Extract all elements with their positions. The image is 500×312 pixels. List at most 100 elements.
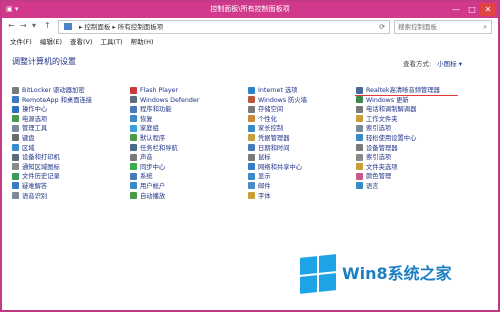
item-icon bbox=[12, 134, 19, 142]
item-label: 通知区域图标 bbox=[22, 163, 60, 171]
control-panel-window: ▣ ▾ 控制面板\所有控制面板项 — □ ✕ ← → ▾ ↑ ▸ 控制面板 ▸ … bbox=[0, 0, 500, 312]
control-panel-item[interactable]: 网络和共享中心 bbox=[248, 163, 366, 173]
item-icon bbox=[130, 86, 137, 94]
items-column-4: Realtek高清晰音频管理器 Windows 更新 电话和调制解调器 工作文件夹 索引… bbox=[356, 86, 474, 192]
control-panel-item[interactable]: 区域 bbox=[12, 144, 130, 154]
control-panel-item[interactable]: 管理工具 bbox=[12, 124, 130, 134]
control-panel-item[interactable]: 索引选项 bbox=[356, 153, 474, 163]
control-panel-item[interactable]: 语音识别 bbox=[12, 192, 130, 202]
item-label: 任务栏和导航 bbox=[140, 144, 178, 152]
item-label: 日期和时间 bbox=[258, 144, 290, 152]
control-panel-item[interactable]: 任务栏和导航 bbox=[130, 144, 248, 154]
item-icon bbox=[356, 96, 363, 104]
recent-dropdown-icon[interactable]: ▾ bbox=[32, 21, 36, 30]
search-box[interactable]: ⌕ bbox=[394, 20, 492, 34]
control-panel-item[interactable]: Flash Player bbox=[130, 86, 248, 96]
up-button[interactable]: ↑ bbox=[44, 21, 51, 30]
item-label: 恢复 bbox=[140, 115, 153, 123]
item-icon bbox=[130, 163, 137, 171]
control-panel-item[interactable]: 设备管理器 bbox=[356, 144, 474, 154]
menu-file[interactable]: 文件(F) bbox=[10, 36, 32, 48]
control-panel-item[interactable]: 电话和调制解调器 bbox=[356, 105, 474, 115]
minimize-button[interactable]: — bbox=[448, 3, 464, 16]
address-bar[interactable]: ▸ 控制面板 ▸ 所有控制面板项 ⟳ bbox=[58, 20, 390, 34]
item-label: 颜色管理 bbox=[366, 173, 392, 181]
items-column-1: BitLocker 驱动器加密 RemoteApp 和桌面连接 操作中心 电源选项 管理… bbox=[12, 86, 130, 201]
item-icon bbox=[12, 172, 19, 180]
control-panel-item[interactable]: RemoteApp 和桌面连接 bbox=[12, 96, 130, 106]
item-icon bbox=[130, 172, 137, 180]
item-icon bbox=[248, 86, 255, 94]
control-panel-item[interactable]: 疑难解答 bbox=[12, 182, 130, 192]
close-button[interactable]: ✕ bbox=[480, 3, 496, 16]
item-icon bbox=[12, 182, 19, 190]
item-icon bbox=[248, 144, 255, 152]
breadcrumb[interactable]: ▸ 控制面板 ▸ 所有控制面板项 bbox=[79, 21, 163, 33]
control-panel-item[interactable]: 同步中心 bbox=[130, 163, 248, 173]
item-label: Windows 更新 bbox=[366, 96, 409, 104]
control-panel-item[interactable]: 用户帐户 bbox=[130, 182, 248, 192]
item-label: 凭据管理器 bbox=[258, 134, 290, 142]
item-icon bbox=[248, 163, 255, 171]
control-panel-item[interactable]: 存储空间 bbox=[248, 105, 366, 115]
item-label: 鼠标 bbox=[258, 154, 271, 162]
control-panel-item[interactable]: 程序和功能 bbox=[130, 105, 248, 115]
search-input[interactable] bbox=[395, 22, 478, 32]
item-icon bbox=[356, 115, 363, 123]
control-panel-item[interactable]: Internet 选项 bbox=[248, 86, 366, 96]
control-panel-item[interactable]: 键盘 bbox=[12, 134, 130, 144]
control-panel-item[interactable]: 家长控制 bbox=[248, 124, 366, 134]
page-title: 调整计算机的设置 bbox=[12, 57, 76, 66]
control-panel-item[interactable]: 声音 bbox=[130, 153, 248, 163]
menu-tools[interactable]: 工具(T) bbox=[101, 36, 123, 48]
control-panel-item[interactable]: 显示 bbox=[248, 172, 366, 182]
menu-edit[interactable]: 编辑(E) bbox=[40, 36, 62, 48]
control-panel-item[interactable]: 默认程序 bbox=[130, 134, 248, 144]
control-panel-item[interactable]: 自动播放 bbox=[130, 192, 248, 202]
control-panel-item[interactable]: 电源选项 bbox=[12, 115, 130, 125]
refresh-icon[interactable]: ⟳ bbox=[379, 21, 385, 33]
control-panel-item[interactable]: 恢复 bbox=[130, 115, 248, 125]
control-panel-item[interactable]: 日期和时间 bbox=[248, 144, 366, 154]
item-label: 语音识别 bbox=[22, 192, 48, 200]
control-panel-item[interactable]: 语言 bbox=[356, 182, 474, 192]
control-panel-item[interactable]: 家庭组 bbox=[130, 124, 248, 134]
control-panel-item[interactable]: 鼠标 bbox=[248, 153, 366, 163]
control-panel-item[interactable]: 设备和打印机 bbox=[12, 153, 130, 163]
control-panel-item[interactable]: 文件历史记录 bbox=[12, 172, 130, 182]
item-label: 键盘 bbox=[22, 134, 35, 142]
item-label: 管理工具 bbox=[22, 125, 48, 133]
control-panel-item[interactable]: 轻松使用设置中心 bbox=[356, 134, 474, 144]
control-panel-item[interactable]: Windows 更新 bbox=[356, 96, 474, 106]
control-panel-item[interactable]: 字体 bbox=[248, 192, 366, 202]
menu-view[interactable]: 查看(V) bbox=[70, 36, 93, 48]
control-panel-item[interactable]: Windows 防火墙 bbox=[248, 96, 366, 106]
item-label: 字体 bbox=[258, 192, 271, 200]
item-label: 用户帐户 bbox=[140, 182, 166, 190]
back-button[interactable]: ← bbox=[8, 21, 15, 30]
item-label: 自动播放 bbox=[140, 192, 166, 200]
maximize-button[interactable]: □ bbox=[464, 3, 480, 16]
control-panel-item[interactable]: Windows Defender bbox=[130, 96, 248, 106]
control-panel-icon bbox=[64, 23, 72, 30]
item-icon bbox=[130, 134, 137, 142]
control-panel-item[interactable]: 凭据管理器 bbox=[248, 134, 366, 144]
control-panel-item[interactable]: 个性化 bbox=[248, 115, 366, 125]
control-panel-item[interactable]: 通知区域图标 bbox=[12, 163, 130, 173]
item-label: 轻松使用设置中心 bbox=[366, 134, 417, 142]
control-panel-item[interactable]: 邮件 bbox=[248, 182, 366, 192]
item-icon bbox=[12, 96, 19, 104]
control-panel-item[interactable]: 颜色管理 bbox=[356, 172, 474, 182]
item-icon bbox=[12, 163, 19, 171]
forward-button[interactable]: → bbox=[20, 21, 27, 30]
control-panel-item[interactable]: 索引选项 bbox=[356, 124, 474, 134]
control-panel-item[interactable]: 操作中心 bbox=[12, 105, 130, 115]
control-panel-item[interactable]: BitLocker 驱动器加密 bbox=[12, 86, 130, 96]
view-by-dropdown[interactable]: 小图标 ▾ bbox=[437, 60, 462, 68]
item-icon bbox=[248, 182, 255, 190]
control-panel-item[interactable]: 工作文件夹 bbox=[356, 115, 474, 125]
menu-help[interactable]: 帮助(H) bbox=[131, 36, 154, 48]
control-panel-item[interactable]: 系统 bbox=[130, 172, 248, 182]
search-icon[interactable]: ⌕ bbox=[483, 21, 487, 33]
control-panel-item[interactable]: 文件夹选项 bbox=[356, 163, 474, 173]
